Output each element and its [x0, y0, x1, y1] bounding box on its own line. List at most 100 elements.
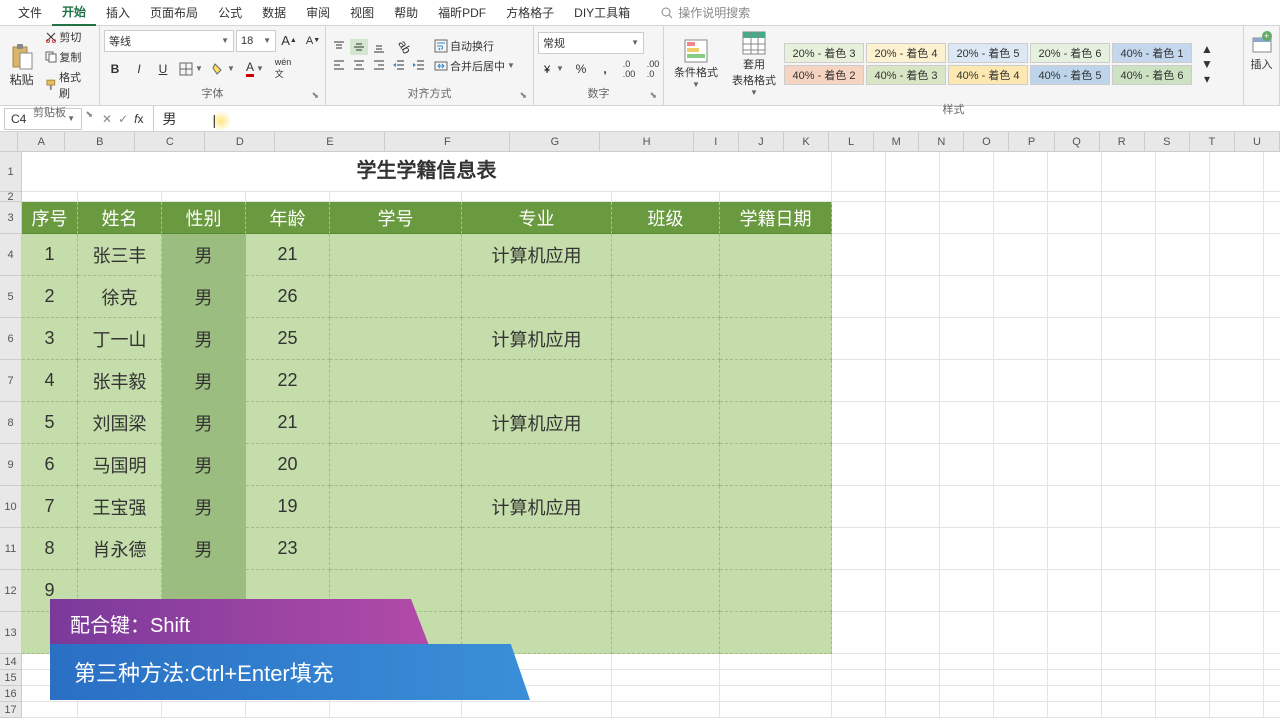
accounting-format-icon[interactable]: ¥▼: [538, 58, 568, 80]
cell[interactable]: [1102, 402, 1156, 444]
ribbon-tab-6[interactable]: 审阅: [296, 0, 340, 25]
cell[interactable]: [1210, 486, 1264, 528]
cell[interactable]: [1102, 670, 1156, 686]
column-header[interactable]: O: [964, 132, 1009, 152]
cell[interactable]: 4: [22, 360, 78, 402]
row-header[interactable]: 6: [0, 318, 22, 360]
formula-input[interactable]: 男 |: [154, 109, 1280, 129]
column-header[interactable]: G: [510, 132, 600, 152]
cell[interactable]: [1102, 444, 1156, 486]
column-header[interactable]: L: [829, 132, 874, 152]
cell[interactable]: [832, 360, 886, 402]
cell[interactable]: [1264, 318, 1280, 360]
cell[interactable]: [832, 702, 886, 718]
ribbon-tab-8[interactable]: 帮助: [384, 0, 428, 25]
conditional-format-button[interactable]: 条件格式▼: [668, 36, 724, 91]
gallery-down-icon[interactable]: ▼: [1196, 57, 1218, 71]
cell[interactable]: [886, 234, 940, 276]
cell-styles-gallery[interactable]: 20% - 着色 320% - 着色 420% - 着色 520% - 着色 6…: [784, 43, 1192, 85]
cell[interactable]: [1156, 654, 1210, 670]
cell[interactable]: [994, 234, 1048, 276]
cell[interactable]: [994, 528, 1048, 570]
column-header[interactable]: Q: [1055, 132, 1100, 152]
column-header[interactable]: U: [1235, 132, 1280, 152]
cell[interactable]: [720, 654, 832, 670]
cell[interactable]: [994, 402, 1048, 444]
cell[interactable]: [994, 444, 1048, 486]
cell[interactable]: [78, 702, 162, 718]
cell[interactable]: 学号: [330, 202, 462, 234]
cell[interactable]: [1264, 670, 1280, 686]
cell[interactable]: [1048, 234, 1102, 276]
cell[interactable]: [994, 202, 1048, 234]
cell[interactable]: 1: [22, 234, 78, 276]
merge-center-button[interactable]: 合并后居中▼: [434, 58, 515, 74]
cell[interactable]: 26: [246, 276, 330, 318]
cell[interactable]: [1048, 570, 1102, 612]
font-family-select[interactable]: 等线▼: [104, 30, 234, 52]
cell[interactable]: [994, 654, 1048, 670]
font-color-icon[interactable]: A▼: [240, 58, 270, 80]
cell[interactable]: [940, 202, 994, 234]
cell[interactable]: [1048, 686, 1102, 702]
cell[interactable]: 6: [22, 444, 78, 486]
cell[interactable]: 徐克: [78, 276, 162, 318]
cell[interactable]: [1210, 528, 1264, 570]
row-header[interactable]: 3: [0, 202, 22, 234]
ribbon-tab-11[interactable]: DIY工具箱: [564, 0, 640, 25]
cell[interactable]: [832, 486, 886, 528]
cell[interactable]: 计算机应用: [462, 234, 612, 276]
orientation-icon[interactable]: ab: [390, 39, 420, 55]
underline-icon[interactable]: U: [152, 58, 174, 80]
cell[interactable]: [1264, 402, 1280, 444]
cell[interactable]: 7: [22, 486, 78, 528]
align-launcher-icon[interactable]: ⬊: [519, 90, 527, 101]
cell[interactable]: [1210, 152, 1264, 192]
cell[interactable]: 男: [162, 402, 246, 444]
cell[interactable]: [940, 654, 994, 670]
cell[interactable]: [612, 612, 720, 654]
cell[interactable]: 学生学籍信息表: [22, 152, 832, 192]
cell[interactable]: [1048, 612, 1102, 654]
cell[interactable]: [1264, 612, 1280, 654]
column-header[interactable]: T: [1190, 132, 1235, 152]
column-header[interactable]: M: [874, 132, 919, 152]
cell[interactable]: [1102, 686, 1156, 702]
cell[interactable]: [1102, 276, 1156, 318]
cell[interactable]: [612, 570, 720, 612]
cell[interactable]: [330, 702, 462, 718]
cell[interactable]: [720, 670, 832, 686]
column-header[interactable]: B: [65, 132, 135, 152]
cell[interactable]: [1102, 318, 1156, 360]
cell[interactable]: [886, 152, 940, 192]
row-header[interactable]: 5: [0, 276, 22, 318]
cell[interactable]: [1102, 486, 1156, 528]
cell[interactable]: 2: [22, 276, 78, 318]
enter-icon[interactable]: ✓: [118, 112, 128, 126]
cell[interactable]: [1048, 276, 1102, 318]
cell[interactable]: [1156, 570, 1210, 612]
cell[interactable]: [940, 528, 994, 570]
column-header[interactable]: K: [784, 132, 829, 152]
decrease-indent-icon[interactable]: [390, 57, 408, 73]
cell[interactable]: 男: [162, 234, 246, 276]
cell[interactable]: [1156, 612, 1210, 654]
cell[interactable]: [720, 486, 832, 528]
cell[interactable]: [1156, 528, 1210, 570]
cell[interactable]: [1156, 318, 1210, 360]
cell[interactable]: [720, 192, 832, 202]
style-swatch[interactable]: 20% - 着色 3: [784, 43, 864, 63]
cell[interactable]: [886, 686, 940, 702]
increase-font-icon[interactable]: A▲: [278, 30, 300, 52]
cell[interactable]: [1264, 444, 1280, 486]
fill-color-icon[interactable]: ▼: [208, 58, 238, 80]
cell[interactable]: [940, 402, 994, 444]
cell[interactable]: 3: [22, 318, 78, 360]
cell[interactable]: [1102, 360, 1156, 402]
row-header[interactable]: 12: [0, 570, 22, 612]
row-header[interactable]: 17: [0, 702, 22, 718]
cell[interactable]: [1264, 202, 1280, 234]
cell[interactable]: [612, 402, 720, 444]
cell[interactable]: 男: [162, 528, 246, 570]
ribbon-tab-2[interactable]: 插入: [96, 0, 140, 25]
